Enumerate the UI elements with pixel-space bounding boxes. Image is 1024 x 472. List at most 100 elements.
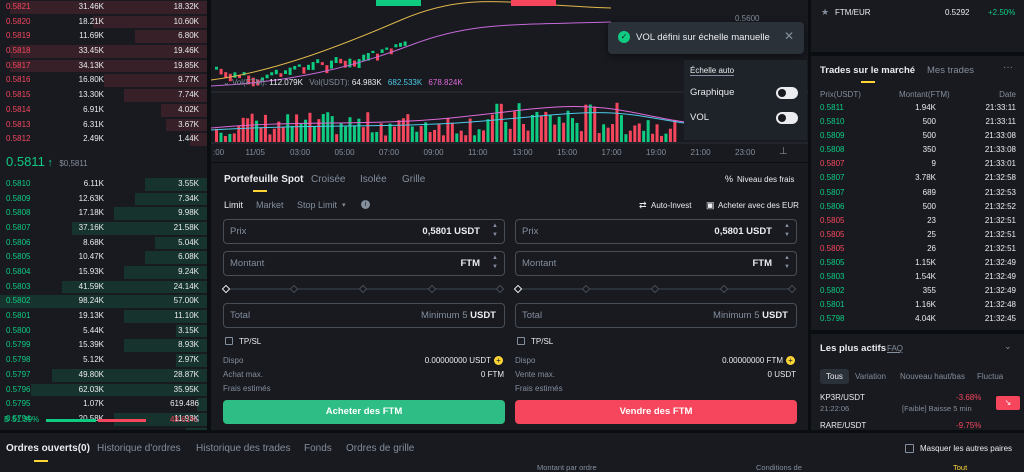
trade-amount: 1.54K bbox=[915, 272, 936, 282]
col-all[interactable]: Tout bbox=[953, 463, 967, 472]
mover-item[interactable]: RARE/USDT -9.75% bbox=[820, 420, 1020, 430]
ask-row[interactable]: 0.5818 33.45K 19.46K bbox=[0, 44, 207, 59]
tab-open-orders[interactable]: Ordres ouverts(0) bbox=[6, 443, 90, 454]
mover-item[interactable]: KP3R/USDT -3.68% 21:22:06 [Faible] Baiss… bbox=[820, 392, 1020, 416]
bid-row[interactable]: 0.5806 8.68K 5.04K bbox=[0, 236, 207, 251]
slider-mark[interactable] bbox=[289, 284, 299, 294]
info-icon[interactable]: i bbox=[361, 200, 370, 209]
tab-change[interactable]: Variation bbox=[855, 372, 886, 381]
sell-price-value[interactable]: 0,5801 USDT bbox=[714, 226, 772, 237]
ask-row[interactable]: 0.5816 16.80K 9.77K bbox=[0, 73, 207, 88]
caret-down-icon[interactable]: ▾ bbox=[342, 201, 346, 209]
bid-row[interactable]: 0.5796 62.03K 35.95K bbox=[0, 383, 207, 398]
stepper-icon[interactable]: ▲ ▼ bbox=[492, 254, 498, 272]
star-icon[interactable]: ★ bbox=[821, 7, 829, 18]
bid-row[interactable]: 0.5799 15.39K 8.93K bbox=[0, 338, 207, 353]
order-type-limit[interactable]: Limit bbox=[224, 200, 243, 210]
candle bbox=[394, 44, 398, 48]
scale-icon[interactable]: ⊥ bbox=[779, 146, 788, 157]
tab-funds[interactable]: Fonds bbox=[304, 443, 332, 454]
tab-new-high-low[interactable]: Nouveau haut/bas bbox=[900, 372, 965, 381]
fee-level-link[interactable]: Niveau des frais bbox=[737, 175, 794, 184]
buy-price-input[interactable]: Prix 0,5801 USDT ▲ ▼ bbox=[223, 219, 505, 244]
tab-grid-orders[interactable]: Ordres de grille bbox=[346, 443, 414, 454]
bid-row[interactable]: 0.5802 98.24K 57.00K bbox=[0, 294, 207, 309]
slider-handle[interactable] bbox=[513, 284, 523, 294]
collapse-icon[interactable]: ⌄ bbox=[1004, 341, 1012, 352]
tab-order-history[interactable]: Historique d'ordres bbox=[97, 443, 181, 454]
tpsl-checkbox[interactable] bbox=[517, 337, 525, 345]
tab-grid[interactable]: Grille bbox=[402, 174, 425, 185]
slider-handle[interactable] bbox=[221, 284, 231, 294]
ticker-pair[interactable]: FTM/EUR bbox=[835, 8, 871, 17]
tab-market-trades[interactable]: Trades sur le marché bbox=[820, 65, 915, 76]
bid-row[interactable]: 0.5800 5.44K 3.15K bbox=[0, 324, 207, 339]
bid-row[interactable]: 0.5798 5.12K 2.97K bbox=[0, 353, 207, 368]
order-type-stop-limit[interactable]: Stop Limit bbox=[297, 200, 337, 210]
bid-row[interactable]: 0.5809 12.63K 7.34K bbox=[0, 192, 207, 207]
faq-link[interactable]: FAQ bbox=[887, 344, 903, 353]
add-funds-icon[interactable]: + bbox=[786, 356, 795, 365]
bid-row[interactable]: 0.5797 49.80K 28.87K bbox=[0, 368, 207, 383]
sell-button[interactable]: Vendre des FTM bbox=[515, 400, 797, 424]
buy-eur-link[interactable]: Acheter avec des EUR bbox=[718, 201, 799, 210]
order-type-market[interactable]: Market bbox=[256, 200, 284, 210]
bid-row[interactable]: 0.5793 3.94K 2.28K bbox=[0, 427, 207, 430]
slider-mark[interactable] bbox=[650, 284, 660, 294]
scale-menu-title[interactable]: Échelle auto bbox=[690, 66, 735, 76]
sell-amount-input[interactable]: Montant FTM ▲ ▼ bbox=[515, 251, 797, 276]
buy-price-value[interactable]: 0,5801 USDT bbox=[422, 226, 480, 237]
tab-fluctuation[interactable]: Fluctua bbox=[977, 372, 1003, 381]
bid-row[interactable]: 0.5804 15.93K 9.24K bbox=[0, 265, 207, 280]
buy-button[interactable]: Acheter des FTM bbox=[223, 400, 505, 424]
stepper-icon[interactable]: ▲ ▼ bbox=[492, 222, 498, 240]
slider-mark[interactable] bbox=[581, 284, 591, 294]
close-icon[interactable]: ✕ bbox=[784, 29, 794, 43]
bid-row[interactable]: 0.5801 19.13K 11.10K bbox=[0, 309, 207, 324]
price-chart[interactable]: 0.5600 ⌄ Vol(FTM): 112.079K Vol(USDT): 6… bbox=[211, 0, 808, 162]
buy-total-input[interactable]: Total Minimum 5 USDT bbox=[223, 303, 505, 328]
chart-scale-toggle[interactable] bbox=[776, 87, 798, 99]
add-funds-icon[interactable]: + bbox=[494, 356, 503, 365]
stepper-icon[interactable]: ▲ ▼ bbox=[784, 254, 790, 272]
sell-slider[interactable] bbox=[513, 284, 797, 294]
vol-scale-toggle[interactable] bbox=[776, 112, 798, 124]
ask-row[interactable]: 0.5814 6.91K 4.02K bbox=[0, 103, 207, 118]
amount-cell: 5.44K bbox=[83, 325, 104, 335]
ask-row[interactable]: 0.5820 18.21K 10.60K bbox=[0, 15, 207, 30]
more-icon[interactable]: ··· bbox=[1003, 62, 1013, 73]
bid-row[interactable]: 0.5795 1.07K 619.486 bbox=[0, 397, 207, 412]
tab-isolated[interactable]: Isolée bbox=[360, 174, 387, 185]
ask-row[interactable]: 0.5817 34.13K 19.85K bbox=[0, 59, 207, 74]
bid-row[interactable]: 0.5805 10.47K 6.08K bbox=[0, 250, 207, 265]
sell-price-input[interactable]: Prix 0,5801 USDT ▲ ▼ bbox=[515, 219, 797, 244]
bid-row[interactable]: 0.5808 17.18K 9.98K bbox=[0, 206, 207, 221]
tpsl-checkbox[interactable] bbox=[225, 337, 233, 345]
hide-pairs-checkbox[interactable] bbox=[905, 444, 914, 453]
slider-mark[interactable] bbox=[719, 284, 729, 294]
slider-mark[interactable] bbox=[787, 284, 797, 294]
tab-spot[interactable]: Portefeuille Spot bbox=[224, 174, 303, 185]
slider-mark[interactable] bbox=[495, 284, 505, 294]
ask-row[interactable]: 0.5821 31.46K 18.32K bbox=[0, 0, 207, 15]
slider-mark[interactable] bbox=[358, 284, 368, 294]
bid-row[interactable]: 0.5803 41.59K 24.14K bbox=[0, 280, 207, 295]
tab-my-trades[interactable]: Mes trades bbox=[927, 65, 974, 76]
tab-cross[interactable]: Croisée bbox=[311, 174, 345, 185]
bid-row[interactable]: 0.5810 6.11K 3.55K bbox=[0, 177, 207, 192]
vol-chevron-icon[interactable]: ⌄ bbox=[223, 78, 230, 87]
ask-row[interactable]: 0.5819 11.69K 6.80K bbox=[0, 29, 207, 44]
buy-slider[interactable] bbox=[221, 284, 505, 294]
buy-amount-input[interactable]: Montant FTM ▲ ▼ bbox=[223, 251, 505, 276]
stepper-icon[interactable]: ▲ ▼ bbox=[784, 222, 790, 240]
trade-row: 0.5805 1.15K 21:32:49 bbox=[811, 256, 1024, 270]
tab-trade-history[interactable]: Historique des trades bbox=[196, 443, 291, 454]
tab-all[interactable]: Tous bbox=[820, 369, 849, 384]
slider-mark[interactable] bbox=[427, 284, 437, 294]
auto-invest-link[interactable]: Auto-Invest bbox=[651, 201, 691, 210]
bid-row[interactable]: 0.5807 37.16K 21.58K bbox=[0, 221, 207, 236]
ask-row[interactable]: 0.5815 13.30K 7.74K bbox=[0, 88, 207, 103]
sell-total-input[interactable]: Total Minimum 5 USDT bbox=[515, 303, 797, 328]
ask-row[interactable]: 0.5812 2.49K 1.44K bbox=[0, 132, 207, 147]
ask-row[interactable]: 0.5813 6.31K 3.67K bbox=[0, 118, 207, 133]
